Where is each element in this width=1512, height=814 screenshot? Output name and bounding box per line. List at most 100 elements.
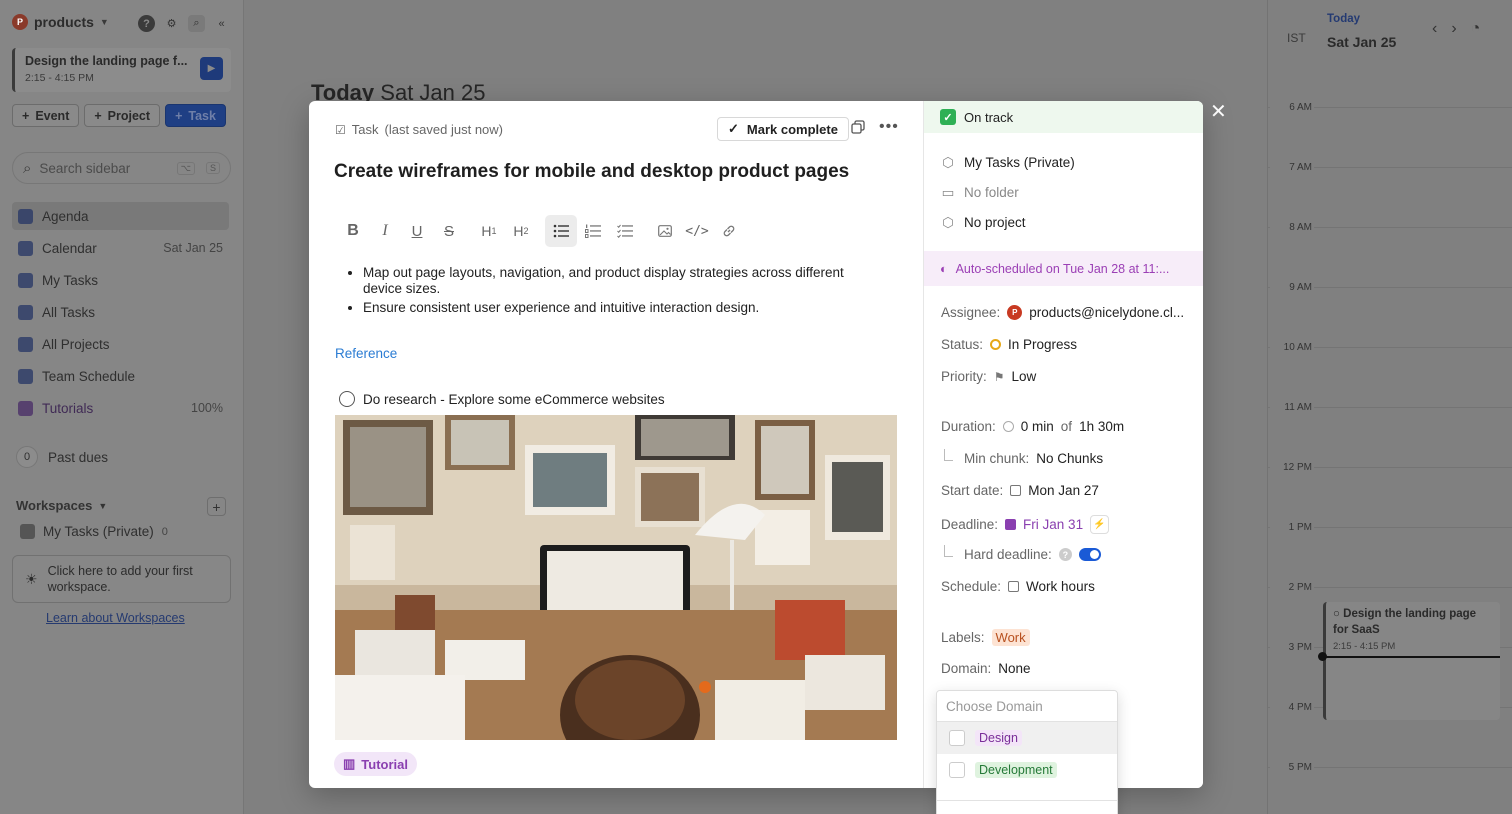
option-checkbox[interactable] [949,762,965,778]
tutorial-tag[interactable]: ▥ Tutorial [334,752,417,776]
option-checkbox[interactable] [949,730,965,746]
link-icon[interactable] [713,215,745,247]
sidebar-item-agenda[interactable]: Agenda [12,202,229,230]
min-chunk-row[interactable]: Min chunk: No Chunks [944,448,1103,466]
past-dues[interactable]: 0 Past dues [16,446,108,468]
add-workspace-hint[interactable]: ☀ Click here to add your first workspace… [12,555,231,603]
sidebar-item-team-schedule[interactable]: Team Schedule [12,362,229,390]
help-icon[interactable]: ? [1058,548,1072,561]
heading2-icon[interactable]: H2 [505,215,537,247]
hard-deadline-toggle[interactable] [1078,548,1101,561]
workspaces-header[interactable]: Workspaces ▼ [16,498,107,513]
workspace-item[interactable]: My Tasks (Private) 0 [20,524,168,539]
sidebar-item-date: Sat Jan 25 [163,241,223,255]
workspace-switcher[interactable]: P products ▼ [12,14,109,30]
hour-label: 7 AM [1270,162,1314,173]
labels-row[interactable]: Labels: Work [941,629,1030,646]
calendar-today-label: Today [1327,13,1361,25]
lightning-icon[interactable]: ⚡ [1090,515,1110,534]
current-task-card[interactable]: Design the landing page f... 2:15 - 4:15… [12,48,231,92]
task-modal: ☑ Task (last saved just now) ✓ Mark comp… [309,101,1203,788]
workspace-value: My Tasks (Private) [964,155,1075,170]
search-icon[interactable]: ⌕ [188,15,205,32]
bold-icon[interactable]: B [337,215,369,247]
hour-label: 2 PM [1270,582,1314,593]
heading1-icon[interactable]: H1 [473,215,505,247]
assignee-row[interactable]: Assignee: P products@nicelydone.cl... [941,305,1184,320]
domain-search-input[interactable] [937,691,1117,722]
cube-icon: ⬡ [942,154,954,170]
domain-option-design[interactable]: Design [937,722,1117,754]
more-options-icon[interactable]: ••• [879,119,899,135]
close-icon[interactable]: ✕ [1210,102,1227,122]
current-task-time: 2:15 - 4:15 PM [25,72,94,84]
deadline-row[interactable]: Deadline: Fri Jan 31 ⚡ [941,515,1110,534]
help-icon[interactable]: ? [138,15,155,32]
reference-link[interactable]: Reference [335,346,397,361]
sidebar-item-label: All Projects [42,336,110,352]
flag-icon: ⚑ [993,369,1005,384]
play-icon[interactable]: ▶ [200,57,223,80]
workspace-select[interactable]: ⬡ My Tasks (Private) [941,154,1075,171]
folder-select[interactable]: ▭ No folder [941,185,1019,201]
chevron-left-icon[interactable]: ‹ [1432,20,1437,38]
breadcrumb-type: Task [351,122,379,137]
checklist-item-label: Do research - Explore some eCommerce web… [363,391,665,407]
italic-icon[interactable]: I [369,215,401,247]
priority-row[interactable]: Priority: ⚑ Low [941,369,1036,384]
sidebar-item-my-tasks[interactable]: My Tasks [12,266,229,294]
shortcut-key: ⌥ [176,161,195,175]
gear-icon[interactable]: ⚙ [163,15,180,32]
hour-row: 9 AM [1268,282,1512,347]
checklist-icon[interactable] [609,215,641,247]
add-project-button[interactable]: + Project [84,104,161,127]
search-icon: ⌕ [23,159,32,177]
project-select[interactable]: ⬡ No project [941,215,1025,231]
sidebar-item-all-projects[interactable]: All Projects [12,330,229,358]
hour-row: 11 AM [1268,402,1512,467]
auto-scheduled-banner[interactable]: ◐ Auto-scheduled on Tue Jan 28 at 11:... [924,251,1203,286]
add-task-button[interactable]: + Task [165,104,226,127]
add-workspace-button[interactable]: + [207,497,226,516]
chevron-right-icon[interactable]: › [1451,20,1456,38]
strikethrough-icon[interactable]: S [433,215,465,247]
mark-complete-button[interactable]: ✓ Mark complete [717,117,849,141]
hour-label: 1 PM [1270,522,1314,533]
sidebar-search[interactable]: ⌕ Search sidebar ⌥ S [12,152,231,184]
learn-workspaces-link[interactable]: Learn about Workspaces [46,611,185,625]
bullet-list-icon[interactable] [545,215,577,247]
task-title[interactable]: Create wireframes for mobile and desktop… [334,161,849,183]
domain-row[interactable]: Domain: None [941,661,1031,676]
workspace-name: products [34,14,94,30]
sidebar-nav: Agenda Calendar Sat Jan 25 My Tasks All T… [12,202,229,426]
deadline-calendar-icon [1005,519,1017,530]
calendar-event[interactable]: ○ Design the landing page for SaaS 2:15 … [1323,602,1500,720]
check-badge-icon: ✓ [940,109,956,125]
duration-row[interactable]: Duration: 0 min of 1h 30m [941,419,1124,434]
image-icon[interactable] [649,215,681,247]
code-icon[interactable]: </> [681,215,713,247]
duplicate-icon[interactable] [851,120,865,137]
clock-icon[interactable]: ◔ [1471,20,1481,38]
description-list[interactable]: Map out page layouts, navigation, and pr… [349,265,869,319]
duration-total: 1h 30m [1079,419,1125,434]
collapse-sidebar-icon[interactable]: « [213,15,230,32]
numbered-list-icon[interactable] [577,215,609,247]
hour-row: 1 PM [1268,522,1512,587]
sidebar-item-tutorials[interactable]: Tutorials 100% [12,394,229,422]
schedule-row[interactable]: Schedule: Work hours [941,579,1095,594]
domain-option-development[interactable]: Development [937,754,1117,786]
sidebar-item-calendar[interactable]: Calendar Sat Jan 25 [12,234,229,262]
status-row[interactable]: Status: In Progress [941,337,1077,352]
schedule-icon [1008,581,1020,592]
auto-scheduled-text: Auto-scheduled on Tue Jan 28 at 11:... [955,261,1170,276]
underline-icon[interactable]: U [401,215,433,247]
start-date-row[interactable]: Start date: Mon Jan 27 [941,483,1099,498]
sidebar-item-all-tasks[interactable]: All Tasks [12,298,229,326]
checklist-checkbox[interactable] [339,391,355,407]
priority-label: Priority: [941,369,987,384]
person-icon [18,272,33,288]
hint-text: Click here to add your first workspace. [47,564,193,594]
event-circle-icon: ○ [1333,608,1340,620]
add-event-button[interactable]: + Event [12,104,80,127]
